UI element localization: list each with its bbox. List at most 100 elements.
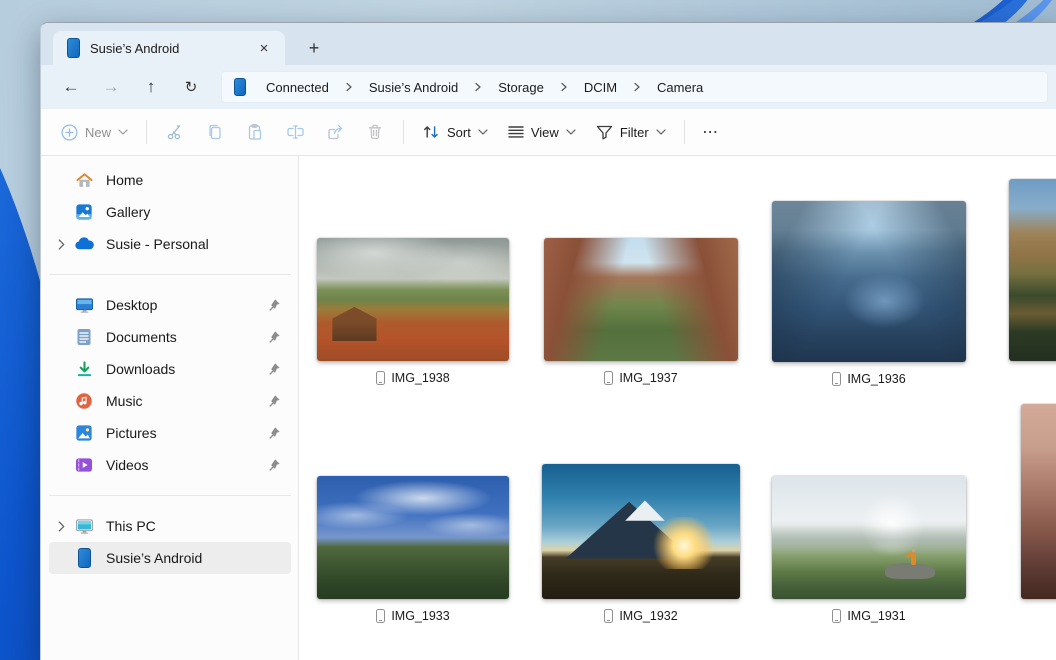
toolbar-separator [403,120,404,144]
navigation-bar: ← → ↑ ↻ Connected Susie’s Android Storag… [41,65,1056,109]
chevron-down-icon [478,129,488,135]
sort-arrows-icon [422,124,440,140]
file-img-1936[interactable]: IMG_1936 [772,201,966,386]
breadcrumb-device[interactable]: Susie’s Android [359,76,468,99]
tab-title: Susie’s Android [90,41,243,56]
new-button[interactable]: New [51,118,138,147]
desktop-icon [73,297,95,314]
chevron-right-icon [470,82,486,92]
toolbar-separator [684,120,685,144]
tab-susies-android[interactable]: Susie’s Android × [53,31,285,65]
videos-icon [73,457,95,473]
up-button[interactable]: ↑ [131,71,171,103]
sidebar-item-desktop[interactable]: Desktop [49,289,291,321]
toolbar-separator [146,120,147,144]
sidebar-item-home[interactable]: Home [49,164,291,196]
breadcrumb-dcim[interactable]: DCIM [574,76,627,99]
chevron-right-icon [629,82,645,92]
sidebar-item-onedrive[interactable]: Susie - Personal [49,228,291,260]
view-button[interactable]: View [498,119,586,146]
phone-icon [234,78,246,96]
file-img-1938[interactable]: IMG_1938 [317,238,509,385]
rename-button[interactable] [275,115,315,149]
on-device-phone-icon [604,609,613,623]
on-device-phone-icon [376,609,385,623]
sidebar-separator [49,274,291,275]
pin-icon [267,330,281,344]
photo-thumbnail [1009,179,1056,361]
gallery-icon [73,203,95,221]
file-img-1932[interactable]: IMG_1932 [542,464,740,623]
file-img-1937[interactable]: IMG_1937 [544,238,738,385]
pictures-icon [73,424,95,442]
plus-circle-icon [61,124,78,141]
tab-bar: Susie’s Android × + [41,23,1056,65]
delete-button[interactable] [355,115,395,149]
home-icon [73,171,95,190]
navigation-pane: Home Gallery Susie - Personal [41,156,299,660]
chevron-down-icon [656,129,666,135]
photo-thumbnail [542,464,740,599]
paste-button[interactable] [235,115,275,149]
sidebar-item-music[interactable]: Music [49,385,291,417]
refresh-button[interactable]: ↻ [171,71,211,103]
file-explorer-window: Susie’s Android × + ← → ↑ ↻ Connected Su… [40,22,1056,660]
file-img-1933[interactable]: IMG_1933 [317,476,509,623]
file-partially-visible[interactable] [1009,179,1056,361]
copy-button[interactable] [195,115,235,149]
photo-thumbnail [544,238,738,361]
on-device-phone-icon [832,609,841,623]
photo-thumbnail [317,476,509,599]
view-button-label: View [531,125,559,140]
sort-button[interactable]: Sort [412,118,498,146]
back-button[interactable]: ← [51,71,91,103]
chevron-right-icon [341,82,357,92]
forward-button[interactable]: → [91,71,131,103]
chevron-down-icon [566,129,576,135]
downloads-icon [73,360,95,378]
chevron-right-icon [556,82,572,92]
desktop-wallpaper: Susie’s Android × + ← → ↑ ↻ Connected Su… [0,0,1056,660]
breadcrumb-camera[interactable]: Camera [647,76,713,99]
chevron-right-icon[interactable] [49,239,73,250]
share-button[interactable] [315,115,355,149]
on-device-phone-icon [604,371,613,385]
address-breadcrumb-bar[interactable]: Connected Susie’s Android Storage DCIM C… [221,71,1048,103]
file-label: IMG_1938 [317,371,509,385]
sidebar-item-pictures[interactable]: Pictures [49,417,291,449]
photo-thumbnail [1021,404,1056,599]
close-tab-icon[interactable]: × [253,37,275,59]
chevron-down-icon [118,129,128,135]
file-label: IMG_1936 [772,372,966,386]
new-button-label: New [85,125,111,140]
sidebar-item-downloads[interactable]: Downloads [49,353,291,385]
pin-icon [267,458,281,472]
breadcrumb-storage[interactable]: Storage [488,76,554,99]
pin-icon [267,394,281,408]
file-partially-visible[interactable] [1021,404,1056,599]
photo-thumbnail [317,238,509,361]
filter-funnel-icon [596,125,613,140]
file-grid[interactable]: IMG_1938 IMG_1937 IMG_1936 [299,156,1056,660]
see-more-button[interactable]: ⋯ [693,115,729,149]
sidebar-item-videos[interactable]: Videos [49,449,291,481]
filter-button[interactable]: Filter [586,119,676,146]
file-img-1931[interactable]: IMG_1931 [772,476,966,623]
sidebar-item-gallery[interactable]: Gallery [49,196,291,228]
photo-thumbnail [772,476,966,599]
breadcrumb-connected[interactable]: Connected [256,76,339,99]
chevron-right-icon[interactable] [49,521,73,532]
pin-icon [267,426,281,440]
on-device-phone-icon [832,372,841,386]
sidebar-item-susies-android[interactable]: Susie’s Android [49,542,291,574]
cut-button[interactable] [155,115,195,149]
file-label: IMG_1937 [544,371,738,385]
onedrive-cloud-icon [73,237,95,251]
pin-icon [267,362,281,376]
new-tab-button[interactable]: + [299,34,329,62]
sidebar-item-documents[interactable]: Documents [49,321,291,353]
sidebar-item-this-pc[interactable]: This PC [49,510,291,542]
this-pc-icon [73,518,95,535]
photo-thumbnail [772,201,966,362]
file-label: IMG_1933 [317,609,509,623]
